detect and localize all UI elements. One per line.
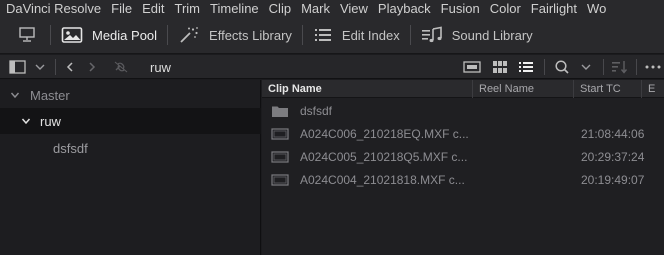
page-toolbar: Media Pool Effects Library Edit Index So…	[0, 17, 664, 54]
monitor-icon	[19, 27, 35, 42]
column-header-reel-name[interactable]: Reel Name	[473, 80, 574, 98]
effects-library-button[interactable]: Effects Library	[168, 17, 302, 54]
clip-row[interactable]: A024C006_210218EQ.MXF c... 21:08:44:06	[262, 123, 664, 146]
chevron-down-icon[interactable]	[10, 90, 20, 100]
clip-start-tc: 20:19:49:07	[581, 173, 645, 187]
layout-toggle-button[interactable]	[0, 17, 50, 54]
toolbar-divider	[544, 59, 545, 75]
column-header-start-tc[interactable]: Start TC	[574, 80, 642, 98]
music-note-icon	[421, 26, 442, 43]
menu-workspace[interactable]: Wo	[582, 0, 611, 17]
clip-row-folder[interactable]: dsfsdf	[262, 100, 664, 123]
image-icon	[61, 27, 83, 43]
toolbar-divider	[55, 59, 56, 75]
tree-item-dsfsdf-label: dsfsdf	[53, 140, 88, 156]
clip-name: A024C004_21021818.MXF c...	[300, 173, 465, 187]
clip-list-panel: Clip Name Reel Name Start TC E dsfsdf A0…	[262, 80, 664, 255]
menu-davinci-resolve[interactable]: DaVinci Resolve	[0, 0, 106, 17]
list-view-button[interactable]	[514, 55, 538, 79]
menu-fairlight[interactable]: Fairlight	[526, 0, 582, 17]
menu-edit[interactable]: Edit	[137, 0, 169, 17]
video-clip-icon	[271, 174, 289, 186]
forward-button[interactable]	[82, 55, 102, 79]
sort-button[interactable]	[608, 55, 632, 79]
column-header-row: Clip Name Reel Name Start TC E	[262, 80, 664, 98]
toolbar-divider	[603, 59, 604, 75]
edit-index-button[interactable]: Edit Index	[303, 17, 410, 54]
metadata-view-button[interactable]	[458, 55, 486, 79]
folder-icon	[272, 106, 288, 117]
menu-fusion[interactable]: Fusion	[436, 0, 485, 17]
menu-bar: DaVinci Resolve File Edit Trim Timeline …	[0, 0, 664, 17]
clip-name: dsfsdf	[300, 104, 333, 118]
media-pool-toolbar: ruw	[0, 55, 664, 79]
column-header-clip-name[interactable]: Clip Name	[262, 80, 473, 98]
edit-index-label: Edit Index	[341, 27, 400, 43]
menu-view[interactable]: View	[335, 0, 373, 17]
bin-tree-panel: Master ruw dsfsdf	[0, 80, 261, 255]
link-bins-button[interactable]	[110, 55, 132, 79]
clip-start-tc: 21:08:44:06	[581, 127, 645, 141]
bin-title: ruw	[150, 55, 171, 79]
toolbar-divider	[636, 59, 637, 75]
back-button[interactable]	[60, 55, 80, 79]
media-pool-button[interactable]: Media Pool	[51, 17, 167, 54]
sidebar-toggle-icon	[9, 60, 45, 74]
effects-library-label: Effects Library	[209, 27, 292, 43]
clip-name: A024C005_210218Q5.MXF c...	[300, 150, 468, 164]
menu-file[interactable]: File	[106, 0, 137, 17]
tree-item-master-label: Master	[30, 87, 70, 103]
grid-icon	[493, 61, 507, 73]
menu-timeline[interactable]: Timeline	[205, 0, 264, 17]
media-pool-label: Media Pool	[92, 27, 158, 43]
clip-start-tc: 20:29:37:24	[581, 150, 645, 164]
menu-trim[interactable]: Trim	[170, 0, 206, 17]
tree-item-ruw[interactable]: ruw	[0, 108, 261, 134]
tree-item-dsfsdf[interactable]: dsfsdf	[0, 135, 261, 161]
menu-playback[interactable]: Playback	[373, 0, 436, 17]
clip-row[interactable]: A024C005_210218Q5.MXF c... 20:29:37:24	[262, 146, 664, 169]
clip-name: A024C006_210218EQ.MXF c...	[300, 127, 469, 141]
panel-layout-button[interactable]	[6, 55, 50, 79]
chevron-left-icon	[66, 62, 73, 72]
sound-library-label: Sound Library	[451, 27, 533, 43]
clip-row[interactable]: A024C004_21021818.MXF c... 20:19:49:07	[262, 169, 664, 192]
search-button[interactable]	[552, 55, 598, 79]
video-clip-icon	[271, 128, 289, 140]
menu-mark[interactable]: Mark	[296, 0, 335, 17]
chevron-right-icon	[89, 62, 96, 72]
bin-title-text: ruw	[150, 59, 171, 75]
chevron-down-icon[interactable]	[21, 116, 31, 126]
tree-item-master[interactable]: Master	[0, 82, 261, 108]
sound-library-button[interactable]: Sound Library	[411, 17, 543, 54]
link-icon	[114, 61, 128, 73]
column-header-overflow[interactable]: E	[642, 80, 664, 98]
tree-item-ruw-label: ruw	[40, 113, 61, 129]
filmstrip-icon	[463, 61, 481, 73]
search-icon	[555, 60, 591, 74]
thumbnail-view-button[interactable]	[488, 55, 512, 79]
more-options-icon	[645, 65, 661, 69]
list-icon	[314, 29, 331, 41]
video-clip-icon	[271, 151, 289, 163]
sort-icon	[612, 61, 628, 74]
list-view-icon	[519, 62, 533, 72]
menu-color[interactable]: Color	[485, 0, 526, 17]
menu-clip[interactable]: Clip	[264, 0, 296, 17]
magic-wand-icon	[180, 27, 198, 43]
options-menu-button[interactable]	[642, 55, 664, 79]
